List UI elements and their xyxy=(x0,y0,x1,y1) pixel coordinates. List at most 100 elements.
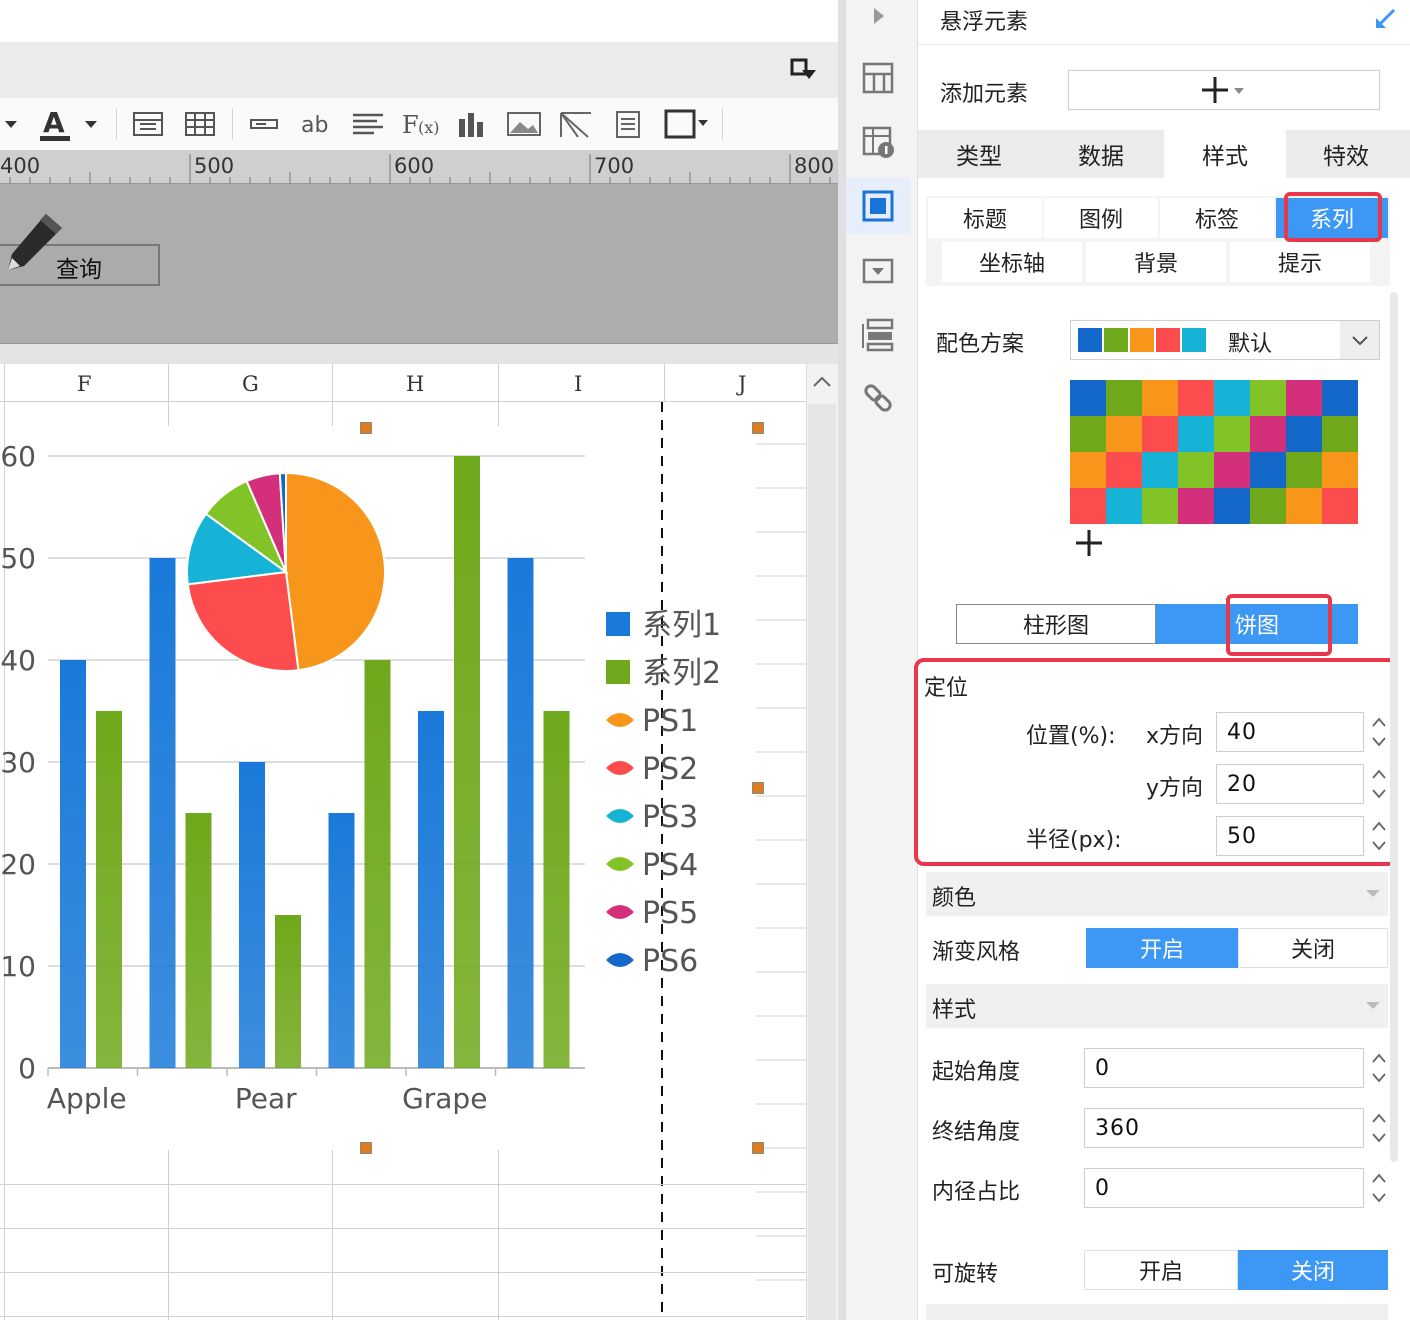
bar-系列2[interactable] xyxy=(543,711,570,1068)
palette-swatch[interactable] xyxy=(1250,488,1286,524)
radius-spinner[interactable] xyxy=(1368,816,1390,856)
bar-系列2[interactable] xyxy=(185,813,212,1068)
end-angle-input[interactable]: 360 xyxy=(1084,1108,1364,1148)
column-header-i[interactable]: I xyxy=(574,372,582,396)
palette-swatch[interactable] xyxy=(1106,380,1142,416)
scroll-up-icon[interactable] xyxy=(810,372,834,392)
column-header-h[interactable]: H xyxy=(406,372,424,396)
column-header-g[interactable]: G xyxy=(242,372,259,396)
float-element-icon[interactable] xyxy=(858,186,898,226)
palette-swatch[interactable] xyxy=(1070,452,1106,488)
y-direction-spinner[interactable] xyxy=(1368,764,1390,804)
bar-系列1[interactable] xyxy=(418,711,444,1068)
palette-swatch[interactable] xyxy=(1322,416,1358,452)
palette-swatch[interactable] xyxy=(1286,380,1322,416)
plus-dropdown-icon[interactable] xyxy=(1198,74,1250,106)
text-label-icon[interactable]: ab xyxy=(296,106,336,142)
gradient-off-option[interactable]: 关闭 xyxy=(1238,928,1388,968)
bar-系列2[interactable] xyxy=(275,915,301,1068)
palette-swatch[interactable] xyxy=(1250,380,1286,416)
bar-系列2[interactable] xyxy=(96,711,122,1068)
end-angle-spinner[interactable] xyxy=(1368,1108,1390,1148)
widget-settings-icon[interactable] xyxy=(858,250,898,290)
palette-swatch[interactable] xyxy=(1070,380,1106,416)
pie-slice-PS2[interactable] xyxy=(186,570,300,672)
palette-swatch[interactable] xyxy=(1214,488,1250,524)
subtab-title[interactable]: 标题 xyxy=(928,198,1042,238)
resize-handle[interactable] xyxy=(752,1142,764,1154)
tab-data[interactable]: 数据 xyxy=(1040,130,1162,178)
gradient-on-option[interactable]: 开启 xyxy=(1086,928,1238,968)
merge-cells-icon[interactable] xyxy=(130,106,166,142)
grid-icon[interactable] xyxy=(182,106,218,142)
palette-swatch[interactable] xyxy=(1070,416,1106,452)
bar-系列1[interactable] xyxy=(149,558,176,1068)
palette-swatch[interactable] xyxy=(1322,452,1358,488)
subtab-axis[interactable]: 坐标轴 xyxy=(942,242,1082,282)
x-direction-input[interactable]: 40 xyxy=(1216,712,1364,752)
start-angle-spinner[interactable] xyxy=(1368,1048,1390,1088)
palette-swatch[interactable] xyxy=(1142,452,1178,488)
resize-handle[interactable] xyxy=(752,782,764,794)
palette-swatch[interactable] xyxy=(1322,488,1358,524)
bar-系列2[interactable] xyxy=(454,456,480,1068)
expand-icon[interactable] xyxy=(790,58,818,82)
bar-系列2[interactable] xyxy=(364,660,391,1068)
image-icon[interactable] xyxy=(504,106,544,142)
column-header-j[interactable]: J xyxy=(738,372,746,396)
palette-swatch[interactable] xyxy=(1178,488,1214,524)
pie-slice-PS1[interactable] xyxy=(285,471,386,672)
add-color-icon[interactable] xyxy=(1072,526,1106,560)
splitter[interactable] xyxy=(838,0,846,1320)
palette-swatch[interactable] xyxy=(1286,416,1322,452)
bar-chart-icon[interactable] xyxy=(454,106,490,142)
rotatable-on-option[interactable]: 开启 xyxy=(1084,1250,1238,1290)
color-section-header[interactable] xyxy=(926,872,1388,916)
palette-swatch[interactable] xyxy=(1106,452,1142,488)
tab-type[interactable]: 类型 xyxy=(918,130,1040,178)
collapse-icon[interactable] xyxy=(1364,998,1382,1012)
resize-handle[interactable] xyxy=(360,1142,372,1154)
bar-系列1[interactable] xyxy=(60,660,86,1068)
palette-swatch[interactable] xyxy=(1250,452,1286,488)
chart[interactable]: 0 10 20 30 40 50 60 Apple Pear Grape 系列1 系列2 PS1 PS2 P… xyxy=(0,420,760,1150)
style-section-header[interactable] xyxy=(926,984,1388,1028)
bar-chart-option[interactable]: 柱形图 xyxy=(956,604,1156,644)
inner-radius-input[interactable]: 0 xyxy=(1084,1168,1364,1208)
palette-swatch[interactable] xyxy=(1142,488,1178,524)
font-color-icon[interactable]: A xyxy=(36,106,76,142)
palette-swatch[interactable] xyxy=(1322,380,1358,416)
hyperlink-icon[interactable] xyxy=(858,378,898,418)
palette-swatch[interactable] xyxy=(1142,416,1178,452)
palette-swatch[interactable] xyxy=(1286,452,1322,488)
subtab-label[interactable]: 标签 xyxy=(1160,198,1274,238)
collapse-arrow-icon[interactable] xyxy=(870,6,886,26)
column-header-f[interactable]: F xyxy=(77,372,92,396)
bar-系列1[interactable] xyxy=(328,813,355,1068)
palette-swatch[interactable] xyxy=(1286,488,1322,524)
resize-handle[interactable] xyxy=(752,422,764,434)
palette-swatch[interactable] xyxy=(1214,452,1250,488)
formula-icon[interactable]: F (x) xyxy=(400,106,440,142)
bar-系列1[interactable] xyxy=(239,762,265,1068)
pin-icon[interactable] xyxy=(1374,6,1398,30)
palette-swatch[interactable] xyxy=(1178,416,1214,452)
palette-swatch[interactable] xyxy=(1250,416,1286,452)
x-direction-spinner[interactable] xyxy=(1368,712,1390,752)
start-angle-input[interactable]: 0 xyxy=(1084,1048,1364,1088)
cell-attributes-icon[interactable] xyxy=(858,58,898,98)
inner-radius-spinner[interactable] xyxy=(1368,1168,1390,1208)
text-align-icon[interactable] xyxy=(348,106,388,142)
template-structure-icon[interactable] xyxy=(858,314,898,354)
subtab-background[interactable]: 背景 xyxy=(1086,242,1226,282)
subtab-legend[interactable]: 图例 xyxy=(1044,198,1158,238)
sub-report-icon[interactable] xyxy=(610,106,646,142)
border-icon[interactable] xyxy=(660,106,712,142)
palette-swatch[interactable] xyxy=(1178,452,1214,488)
subtab-tooltip[interactable]: 提示 xyxy=(1230,242,1370,282)
y-direction-input[interactable]: 20 xyxy=(1216,764,1364,804)
panel-scrollbar[interactable] xyxy=(1390,292,1398,1162)
scrollbar-track[interactable] xyxy=(808,404,836,1320)
chevron-down-icon[interactable] xyxy=(1350,332,1370,348)
palette-swatch[interactable] xyxy=(1142,380,1178,416)
